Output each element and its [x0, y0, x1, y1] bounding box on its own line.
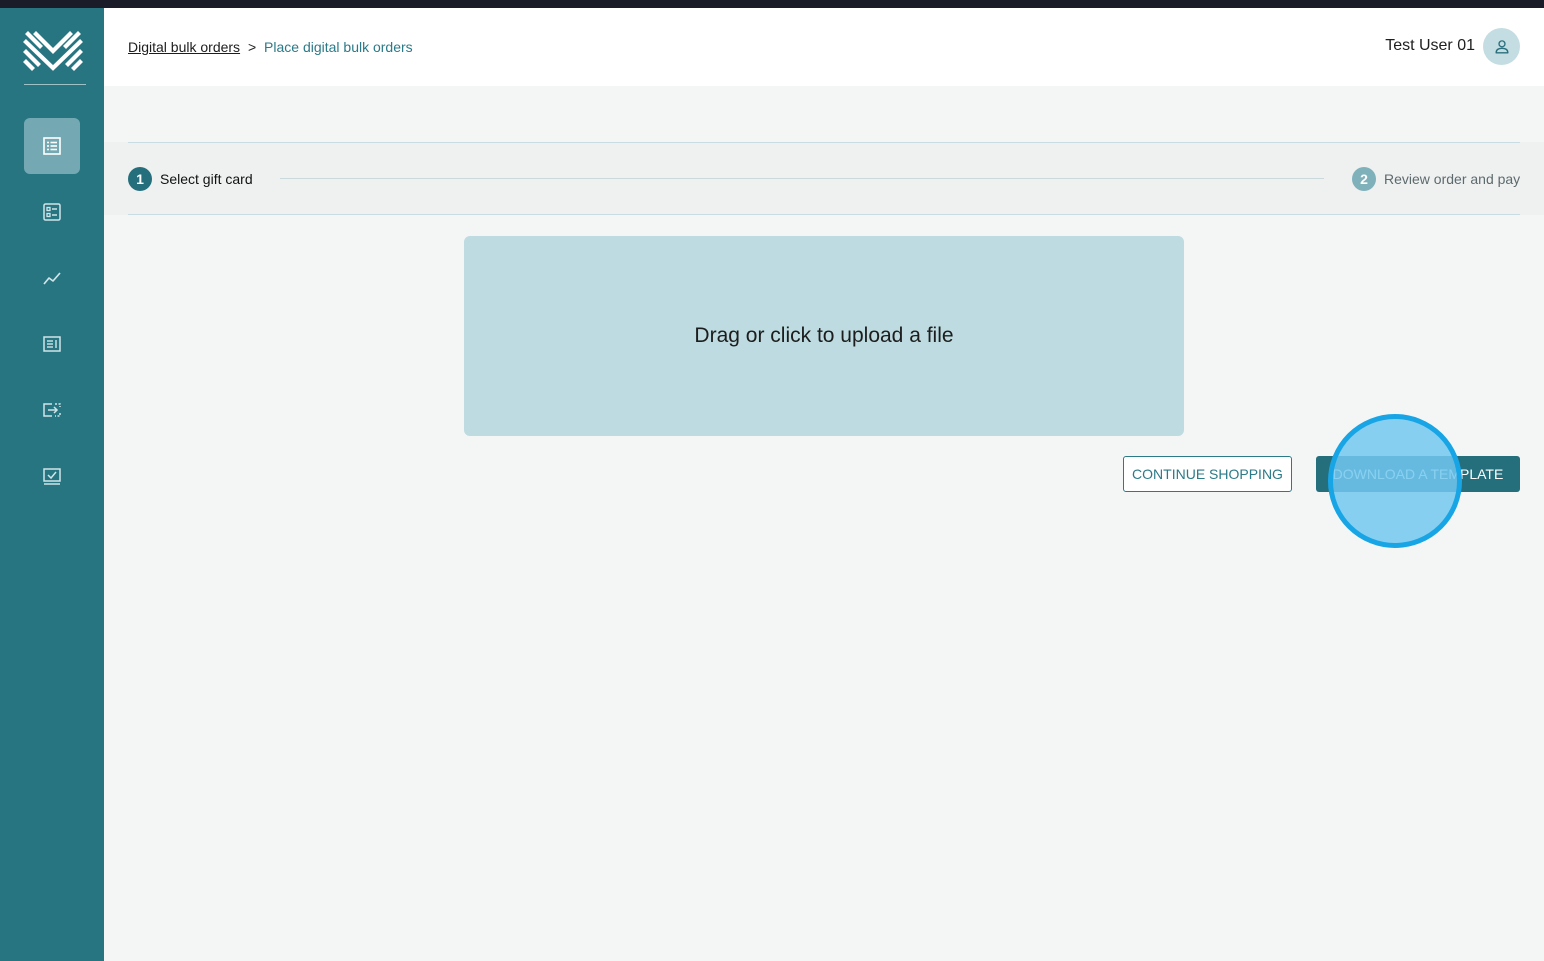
logo-divider	[24, 84, 86, 85]
step-connector	[280, 178, 1324, 179]
sidebar-item-transfers[interactable]	[24, 382, 80, 438]
sidebar-item-checklist[interactable]	[24, 184, 80, 240]
stepper-divider-top	[128, 142, 1520, 143]
document-icon	[43, 336, 61, 352]
breadcrumb-separator: >	[247, 39, 257, 55]
breadcrumb: Digital bulk orders > Place digital bulk…	[128, 39, 413, 55]
sidebar-item-analytics[interactable]	[24, 250, 80, 306]
breadcrumb-current: Place digital bulk orders	[264, 39, 413, 55]
top-header: Digital bulk orders > Place digital bulk…	[104, 8, 1544, 86]
brand-logo[interactable]	[22, 30, 84, 78]
trend-chart-icon	[43, 272, 61, 285]
step-2-label: Review order and pay	[1384, 171, 1521, 187]
sidebar-item-documents[interactable]	[24, 316, 80, 372]
step-1-label: Select gift card	[160, 171, 253, 187]
file-upload-dropzone[interactable]: Drag or click to upload a file	[464, 236, 1184, 436]
brand-logo-icon	[23, 31, 83, 71]
step-2-number: 2	[1352, 167, 1376, 191]
upload-prompt: Drag or click to upload a file	[694, 323, 954, 347]
monitor-check-icon	[43, 468, 61, 485]
checklist-icon	[43, 203, 61, 221]
order-stepper: 1 Select gift card 2 Review order and pa…	[104, 142, 1544, 215]
step-1-number: 1	[128, 167, 152, 191]
continue-shopping-button[interactable]: CONTINUE SHOPPING	[1123, 456, 1292, 492]
stepper-divider-bottom	[128, 214, 1520, 215]
list-icon	[43, 137, 61, 155]
transfer-icon	[43, 403, 61, 417]
user-icon	[1494, 39, 1509, 54]
top-strip	[0, 0, 1544, 8]
download-template-button[interactable]: DOWNLOAD A TEMPLATE	[1316, 456, 1520, 492]
sidebar-item-monitor[interactable]	[24, 448, 80, 504]
breadcrumb-link-digital-bulk-orders[interactable]: Digital bulk orders	[128, 39, 240, 55]
avatar[interactable]	[1483, 28, 1520, 65]
user-name: Test User 01	[1385, 37, 1475, 54]
sidebar-item-bulk-orders[interactable]	[24, 118, 80, 174]
sidebar	[0, 8, 104, 961]
